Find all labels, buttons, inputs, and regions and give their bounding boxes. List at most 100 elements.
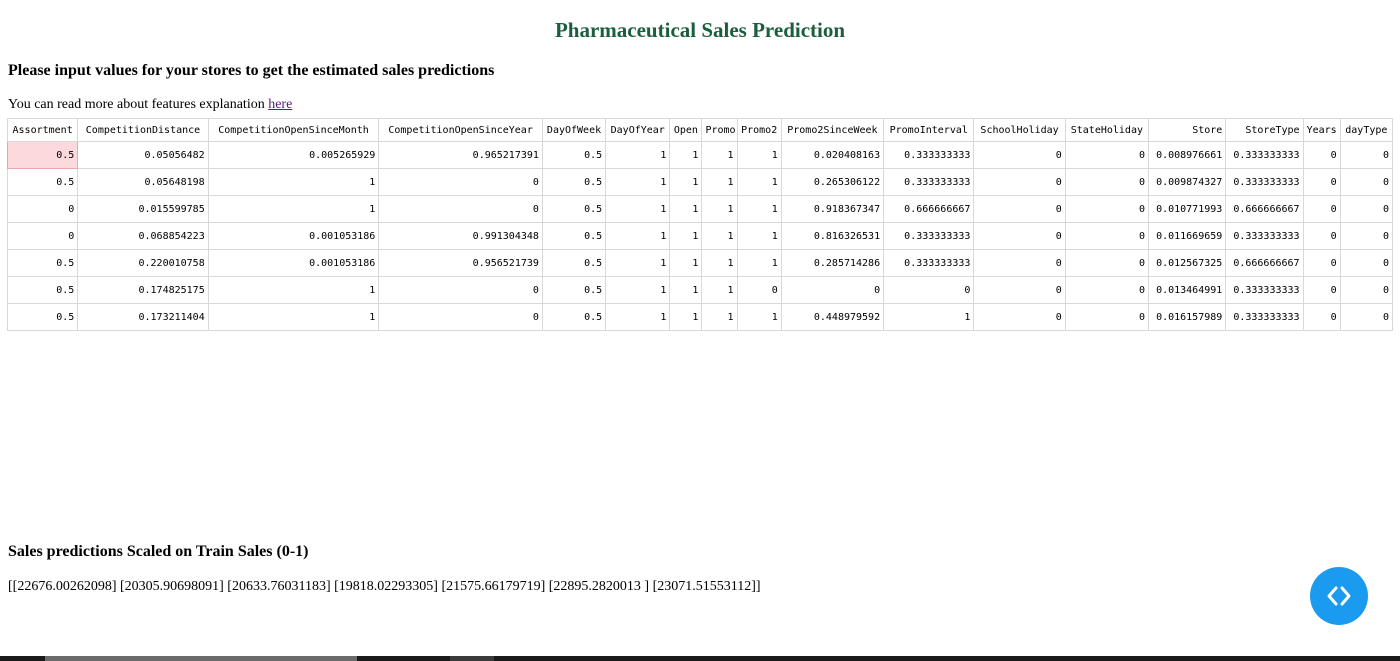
table-cell[interactable]: 1 [736, 141, 782, 169]
table-cell[interactable]: 1 [669, 276, 703, 304]
column-header[interactable]: Store [1148, 118, 1227, 142]
table-cell[interactable]: 0 [1302, 168, 1341, 196]
table-cell[interactable]: 0.173211404 [77, 303, 209, 331]
horizontal-scrollbar[interactable] [0, 656, 1400, 661]
table-cell[interactable]: 0.666666667 [1225, 195, 1304, 223]
table-cell[interactable]: 1 [701, 168, 738, 196]
table-cell[interactable]: 0.068854223 [77, 222, 209, 250]
table-cell[interactable]: 0.5 [541, 168, 607, 196]
column-header[interactable]: Promo [701, 118, 738, 142]
table-cell[interactable]: 0 [1064, 195, 1150, 223]
column-header[interactable]: Open [669, 118, 703, 142]
table-cell[interactable]: 0 [973, 222, 1066, 250]
table-cell[interactable]: 1 [207, 303, 380, 331]
table-cell[interactable]: 0 [973, 168, 1066, 196]
table-cell[interactable]: 0.285714286 [780, 249, 885, 277]
table-cell[interactable]: 0.333333333 [883, 249, 975, 277]
table-cell[interactable]: 0 [378, 276, 543, 304]
column-header[interactable]: CompetitionOpenSinceYear [378, 118, 543, 142]
table-cell[interactable]: 0 [1302, 249, 1341, 277]
column-header[interactable]: CompetitionDistance [77, 118, 209, 142]
table-cell[interactable]: 0.008976661 [1148, 141, 1227, 169]
table-cell[interactable]: 0.5 [6, 168, 79, 196]
table-cell[interactable]: 0 [883, 276, 975, 304]
table-cell[interactable]: 0.5 [6, 141, 79, 169]
table-cell[interactable]: 0.5 [541, 195, 607, 223]
table-cell[interactable]: 1 [701, 276, 738, 304]
table-cell[interactable]: 0.333333333 [1225, 276, 1304, 304]
table-cell[interactable]: 0 [780, 276, 885, 304]
column-header[interactable]: PromoInterval [883, 118, 975, 142]
table-cell[interactable]: 1 [207, 168, 380, 196]
table-cell[interactable]: 1 [701, 195, 738, 223]
table-cell[interactable]: 0.001053186 [207, 249, 380, 277]
column-header[interactable]: SchoolHoliday [973, 118, 1066, 142]
table-cell[interactable]: 0 [1064, 249, 1150, 277]
table-cell[interactable]: 0 [1302, 222, 1341, 250]
table-cell[interactable]: 0 [1339, 141, 1394, 169]
table-cell[interactable]: 0.220010758 [77, 249, 209, 277]
table-cell[interactable]: 0 [378, 303, 543, 331]
table-cell[interactable]: 0 [1302, 276, 1341, 304]
table-cell[interactable]: 0 [973, 276, 1066, 304]
table-cell[interactable]: 0 [1302, 141, 1341, 169]
table-cell[interactable]: 0 [6, 222, 79, 250]
table-cell[interactable]: 0.5 [6, 303, 79, 331]
column-header[interactable]: Promo2SinceWeek [780, 118, 885, 142]
table-cell[interactable]: 0.956521739 [378, 249, 543, 277]
table-cell[interactable]: 0 [736, 276, 782, 304]
embed-code-button[interactable] [1310, 567, 1368, 625]
table-cell[interactable]: 1 [605, 141, 671, 169]
table-cell[interactable]: 1 [701, 303, 738, 331]
table-cell[interactable]: 0 [1064, 141, 1150, 169]
table-cell[interactable]: 0.016157989 [1148, 303, 1227, 331]
table-cell[interactable]: 1 [605, 168, 671, 196]
table-cell[interactable]: 0.011669659 [1148, 222, 1227, 250]
table-cell[interactable]: 0 [1302, 195, 1341, 223]
table-cell[interactable]: 1 [736, 168, 782, 196]
table-cell[interactable]: 0.020408163 [780, 141, 885, 169]
table-cell[interactable]: 1 [605, 222, 671, 250]
table-cell[interactable]: 1 [669, 141, 703, 169]
table-cell[interactable]: 1 [736, 249, 782, 277]
table-cell[interactable]: 0.5 [6, 276, 79, 304]
table-cell[interactable]: 0.333333333 [1225, 303, 1304, 331]
table-cell[interactable]: 0.666666667 [883, 195, 975, 223]
table-cell[interactable]: 0.5 [541, 222, 607, 250]
table-cell[interactable]: 1 [701, 222, 738, 250]
table-cell[interactable]: 0 [1064, 222, 1150, 250]
column-header[interactable]: StoreType [1225, 118, 1304, 142]
table-cell[interactable]: 1 [669, 195, 703, 223]
table-cell[interactable]: 0.5 [6, 249, 79, 277]
table-cell[interactable]: 0 [1339, 168, 1394, 196]
table-cell[interactable]: 1 [669, 249, 703, 277]
table-cell[interactable]: 0 [1064, 168, 1150, 196]
features-explanation-link[interactable]: here [268, 97, 292, 112]
table-cell[interactable]: 0.015599785 [77, 195, 209, 223]
table-cell[interactable]: 0.013464991 [1148, 276, 1227, 304]
table-cell[interactable]: 0.012567325 [1148, 249, 1227, 277]
column-header[interactable]: DayOfWeek [541, 118, 607, 142]
table-cell[interactable]: 0 [378, 195, 543, 223]
table-cell[interactable]: 1 [701, 249, 738, 277]
table-cell[interactable]: 0.005265929 [207, 141, 380, 169]
table-cell[interactable]: 1 [669, 303, 703, 331]
table-cell[interactable]: 0.666666667 [1225, 249, 1304, 277]
table-cell[interactable]: 0.333333333 [883, 168, 975, 196]
table-cell[interactable]: 0.009874327 [1148, 168, 1227, 196]
table-cell[interactable]: 1 [736, 222, 782, 250]
column-header[interactable]: Years [1302, 118, 1341, 142]
table-cell[interactable]: 0 [1339, 276, 1394, 304]
table-cell[interactable]: 0.918367347 [780, 195, 885, 223]
table-cell[interactable]: 1 [207, 195, 380, 223]
table-cell[interactable]: 0.333333333 [1225, 168, 1304, 196]
table-cell[interactable]: 1 [605, 249, 671, 277]
table-cell[interactable]: 0.448979592 [780, 303, 885, 331]
table-cell[interactable]: 0 [973, 249, 1066, 277]
table-cell[interactable]: 0 [1064, 303, 1150, 331]
column-header[interactable]: dayType [1339, 118, 1394, 142]
table-cell[interactable]: 0 [1339, 195, 1394, 223]
table-cell[interactable]: 0.333333333 [1225, 141, 1304, 169]
table-cell[interactable]: 0.265306122 [780, 168, 885, 196]
table-cell[interactable]: 0.174825175 [77, 276, 209, 304]
